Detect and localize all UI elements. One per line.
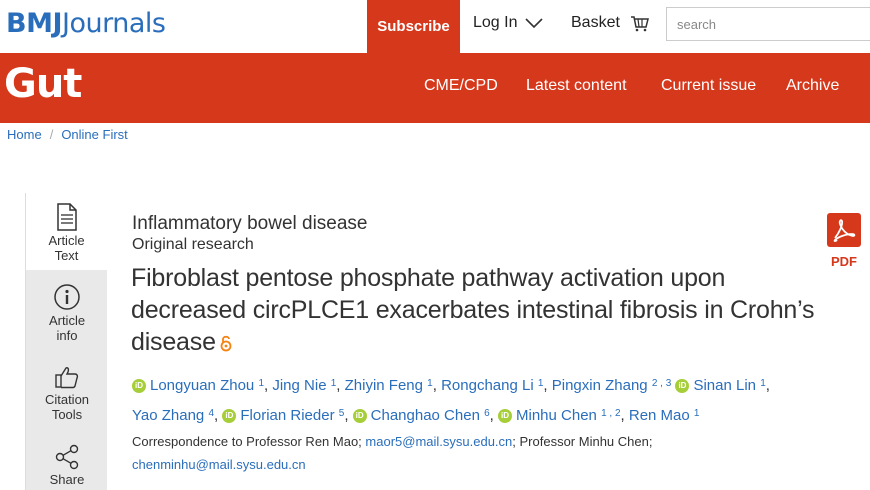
affiliation-ref[interactable]: 1 (258, 378, 264, 389)
login-label: Log In (473, 14, 518, 31)
nav-archive[interactable]: Archive (786, 77, 839, 95)
article-subject[interactable]: Inflammatory bowel disease (132, 213, 368, 235)
info-icon (54, 284, 80, 310)
author-link[interactable]: Changhao Chen (371, 407, 480, 424)
nav-current-issue[interactable]: Current issue (661, 77, 756, 95)
affiliation-ref[interactable]: 4 (208, 408, 214, 419)
affiliation-ref[interactable]: 1 , 2 (601, 408, 620, 419)
author-link[interactable]: Zhiyin Feng (345, 377, 423, 394)
open-access-icon (220, 336, 232, 352)
orcid-icon[interactable]: iD (222, 409, 237, 424)
tool-share[interactable]: Share (26, 444, 108, 487)
author-link[interactable]: Yao Zhang (132, 407, 204, 424)
author-link[interactable]: Rongchang Li (441, 377, 534, 394)
journal-nav: Gut CME/CPD Latest content Current issue… (0, 53, 870, 123)
chevron-down-icon (525, 18, 544, 29)
email-link-minhu-chen[interactable]: chenminhu@mail.sysu.edu.cn (132, 457, 306, 472)
tool-label: Share (49, 472, 85, 487)
affiliation-ref[interactable]: 2 , 3 (652, 378, 671, 389)
breadcrumb: Home / Online First (7, 127, 128, 142)
correspondence: Correspondence to Professor Ren Mao; mao… (132, 430, 832, 476)
document-icon (56, 203, 77, 231)
share-icon (55, 444, 79, 470)
logo-journals: Journals (62, 8, 166, 39)
article-type: Original research (132, 236, 254, 253)
tool-citation-tools[interactable]: Citation Tools (26, 364, 108, 422)
tool-article-text[interactable]: Article Text (26, 193, 108, 270)
journal-title[interactable]: Gut (4, 61, 82, 107)
tool-article-info[interactable]: Article info (26, 283, 108, 343)
affiliation-ref[interactable]: 1 (760, 378, 766, 389)
affiliation-ref[interactable]: 1 (694, 408, 700, 419)
breadcrumb-home[interactable]: Home (7, 127, 42, 142)
article-title-text: Fibroblast pentose phosphate pathway act… (131, 264, 815, 356)
logo-bmj: BMJ (6, 8, 63, 39)
nav-latest-content[interactable]: Latest content (526, 77, 627, 95)
affiliation-ref[interactable]: 1 (538, 378, 544, 389)
orcid-icon[interactable]: iD (498, 409, 512, 424)
orcid-icon[interactable]: iD (352, 409, 367, 424)
search-input[interactable] (666, 7, 870, 41)
orcid-icon[interactable]: iD (675, 379, 690, 394)
author-link[interactable]: Sinan Lin (693, 377, 756, 394)
author-link[interactable]: Longyuan Zhou (150, 377, 254, 394)
author-link[interactable]: Florian Rieder (240, 407, 334, 424)
tool-label: Article (48, 313, 86, 328)
article-tools-sidebar: Article Text Article info Citation Tools… (25, 193, 108, 490)
thumbs-up-icon (55, 367, 79, 389)
pdf-download-button[interactable]: PDF (827, 213, 861, 269)
bmj-journals-logo[interactable]: BMJ Journals (6, 8, 166, 42)
breadcrumb-online-first[interactable]: Online First (61, 127, 127, 142)
basket-icon (630, 16, 649, 32)
basket-button[interactable]: Basket (571, 14, 650, 32)
email-link-ren-mao[interactable]: maor5@mail.sysu.edu.cn (365, 434, 512, 449)
tool-label: Citation (44, 392, 90, 407)
correspondence-middle: ; Professor Minhu Chen; (512, 434, 653, 449)
author-list: iD Longyuan Zhou 1, Jing Nie 1, Zhiyin Fe… (132, 377, 770, 424)
basket-label: Basket (571, 14, 620, 31)
breadcrumb-separator: / (49, 127, 54, 142)
affiliation-ref[interactable]: 5 (339, 408, 345, 419)
article-title: Fibroblast pentose phosphate pathway act… (131, 262, 831, 358)
author-link[interactable]: Minhu Chen (516, 407, 597, 424)
tool-label: Tools (51, 407, 83, 422)
author-link[interactable]: Pingxin Zhang (552, 377, 648, 394)
subscribe-button[interactable]: Subscribe (367, 0, 460, 53)
tool-label: Article (48, 233, 85, 248)
affiliation-ref[interactable]: 1 (331, 378, 337, 389)
correspondence-prefix: Correspondence to Professor Ren Mao; (132, 434, 366, 449)
pdf-icon (827, 213, 861, 247)
tool-label: Text (54, 248, 79, 263)
author-link[interactable]: Ren Mao (629, 407, 690, 424)
tool-label: info (56, 328, 78, 343)
author-link[interactable]: Jing Nie (272, 377, 326, 394)
affiliation-ref[interactable]: 1 (427, 378, 433, 389)
affiliation-ref[interactable]: 6 (484, 408, 490, 419)
orcid-icon[interactable]: iD (132, 379, 146, 394)
login-button[interactable]: Log In (473, 14, 544, 32)
top-bar: BMJ Journals Subscribe Log In Basket (0, 0, 870, 53)
pdf-label: PDF (831, 254, 857, 269)
nav-cme-cpd[interactable]: CME/CPD (424, 77, 498, 95)
